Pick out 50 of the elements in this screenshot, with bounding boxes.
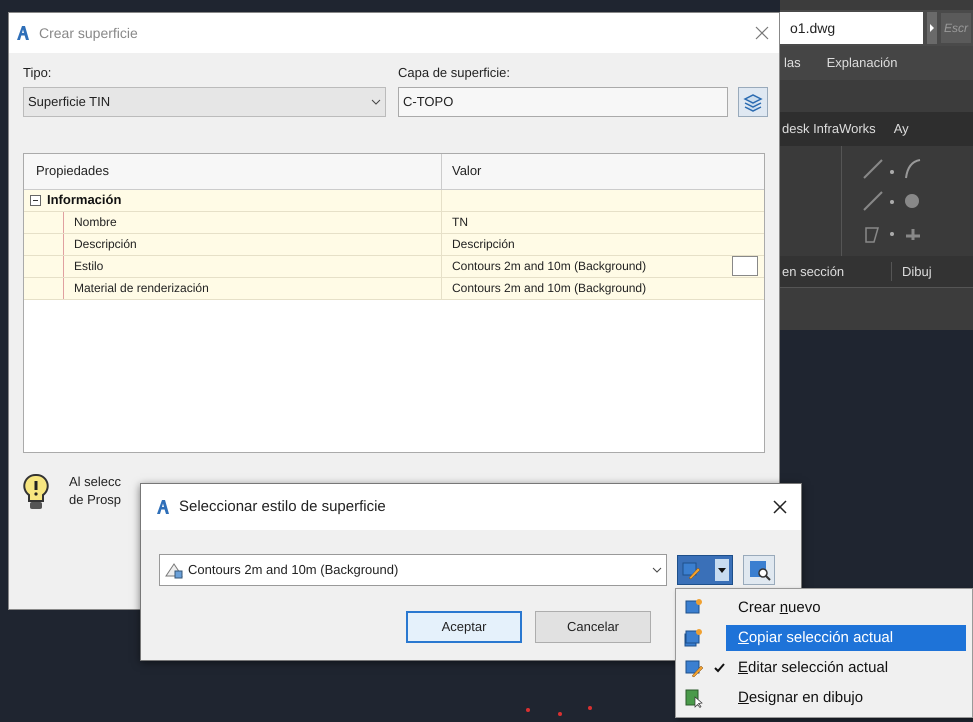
panel-label: Dibuj bbox=[901, 262, 932, 281]
property-value: Contours 2m and 10m (Background) bbox=[452, 258, 648, 275]
property-value: Contours 2m and 10m (Background) bbox=[452, 280, 648, 297]
chevron-down-icon bbox=[371, 98, 381, 104]
hint-text: Al selecc bbox=[69, 472, 122, 490]
circle-tool-icon[interactable] bbox=[862, 190, 922, 212]
copy-style-icon bbox=[684, 628, 704, 648]
property-name: Nombre bbox=[73, 214, 117, 231]
group-label: Información bbox=[47, 191, 122, 210]
caret-icon bbox=[715, 559, 729, 581]
menu-item[interactable]: Editar selección actual bbox=[726, 655, 966, 681]
menu-item[interactable]: Designar en dibujo bbox=[726, 685, 966, 711]
hint-text: de Prosp bbox=[69, 490, 122, 508]
dialog-button[interactable]: Aceptar bbox=[406, 611, 522, 643]
column-header[interactable]: Propiedades bbox=[24, 154, 442, 188]
property-value: TN bbox=[452, 214, 469, 231]
ribbon-tab[interactable]: Explanación bbox=[826, 53, 898, 73]
layer-field[interactable]: C-TOPO bbox=[398, 86, 728, 116]
ribbon-tab[interactable]: las bbox=[784, 53, 801, 73]
collapse-icon[interactable] bbox=[30, 194, 41, 206]
ribbon-tab[interactable]: Ay bbox=[894, 119, 909, 139]
property-name: Descripción bbox=[73, 236, 137, 253]
menu-item[interactable]: Copiar selección actual bbox=[726, 625, 966, 651]
window-title: Crear superficie bbox=[39, 24, 138, 43]
pick-in-drawing-icon bbox=[684, 688, 704, 708]
column-header[interactable]: Valor bbox=[442, 154, 764, 188]
layers-icon[interactable] bbox=[738, 86, 768, 116]
close-icon[interactable] bbox=[773, 500, 787, 514]
menu-item[interactable]: Crear nuevo bbox=[726, 595, 966, 621]
edit-style-icon bbox=[684, 658, 704, 678]
property-name: Estilo bbox=[73, 258, 104, 275]
preview-icon[interactable] bbox=[743, 555, 775, 585]
ribbon-tab[interactable]: desk InfraWorks bbox=[782, 119, 876, 139]
property-name: Material de renderización bbox=[73, 280, 209, 297]
field-label: Capa de superficie: bbox=[398, 64, 512, 82]
chevron-down-icon bbox=[652, 567, 662, 573]
line-tool-icon[interactable] bbox=[862, 158, 922, 180]
picker-button[interactable] bbox=[732, 256, 758, 276]
edit-style-icon bbox=[681, 560, 701, 580]
window-title: Seleccionar estilo de superficie bbox=[179, 496, 386, 517]
file-name-field[interactable]: o1.dwg bbox=[780, 12, 923, 44]
style-select[interactable]: Contours 2m and 10m (Background) bbox=[159, 554, 667, 586]
edit-style-split-button[interactable] bbox=[677, 555, 733, 585]
property-value: Descripción bbox=[452, 236, 516, 253]
dialog-button[interactable]: Cancelar bbox=[535, 611, 651, 643]
type-select[interactable]: Superficie TIN bbox=[23, 86, 386, 116]
app-logo-icon bbox=[155, 499, 171, 515]
field-label: Tipo: bbox=[23, 64, 52, 82]
lightbulb-icon bbox=[23, 472, 49, 510]
app-logo-icon bbox=[15, 25, 31, 41]
